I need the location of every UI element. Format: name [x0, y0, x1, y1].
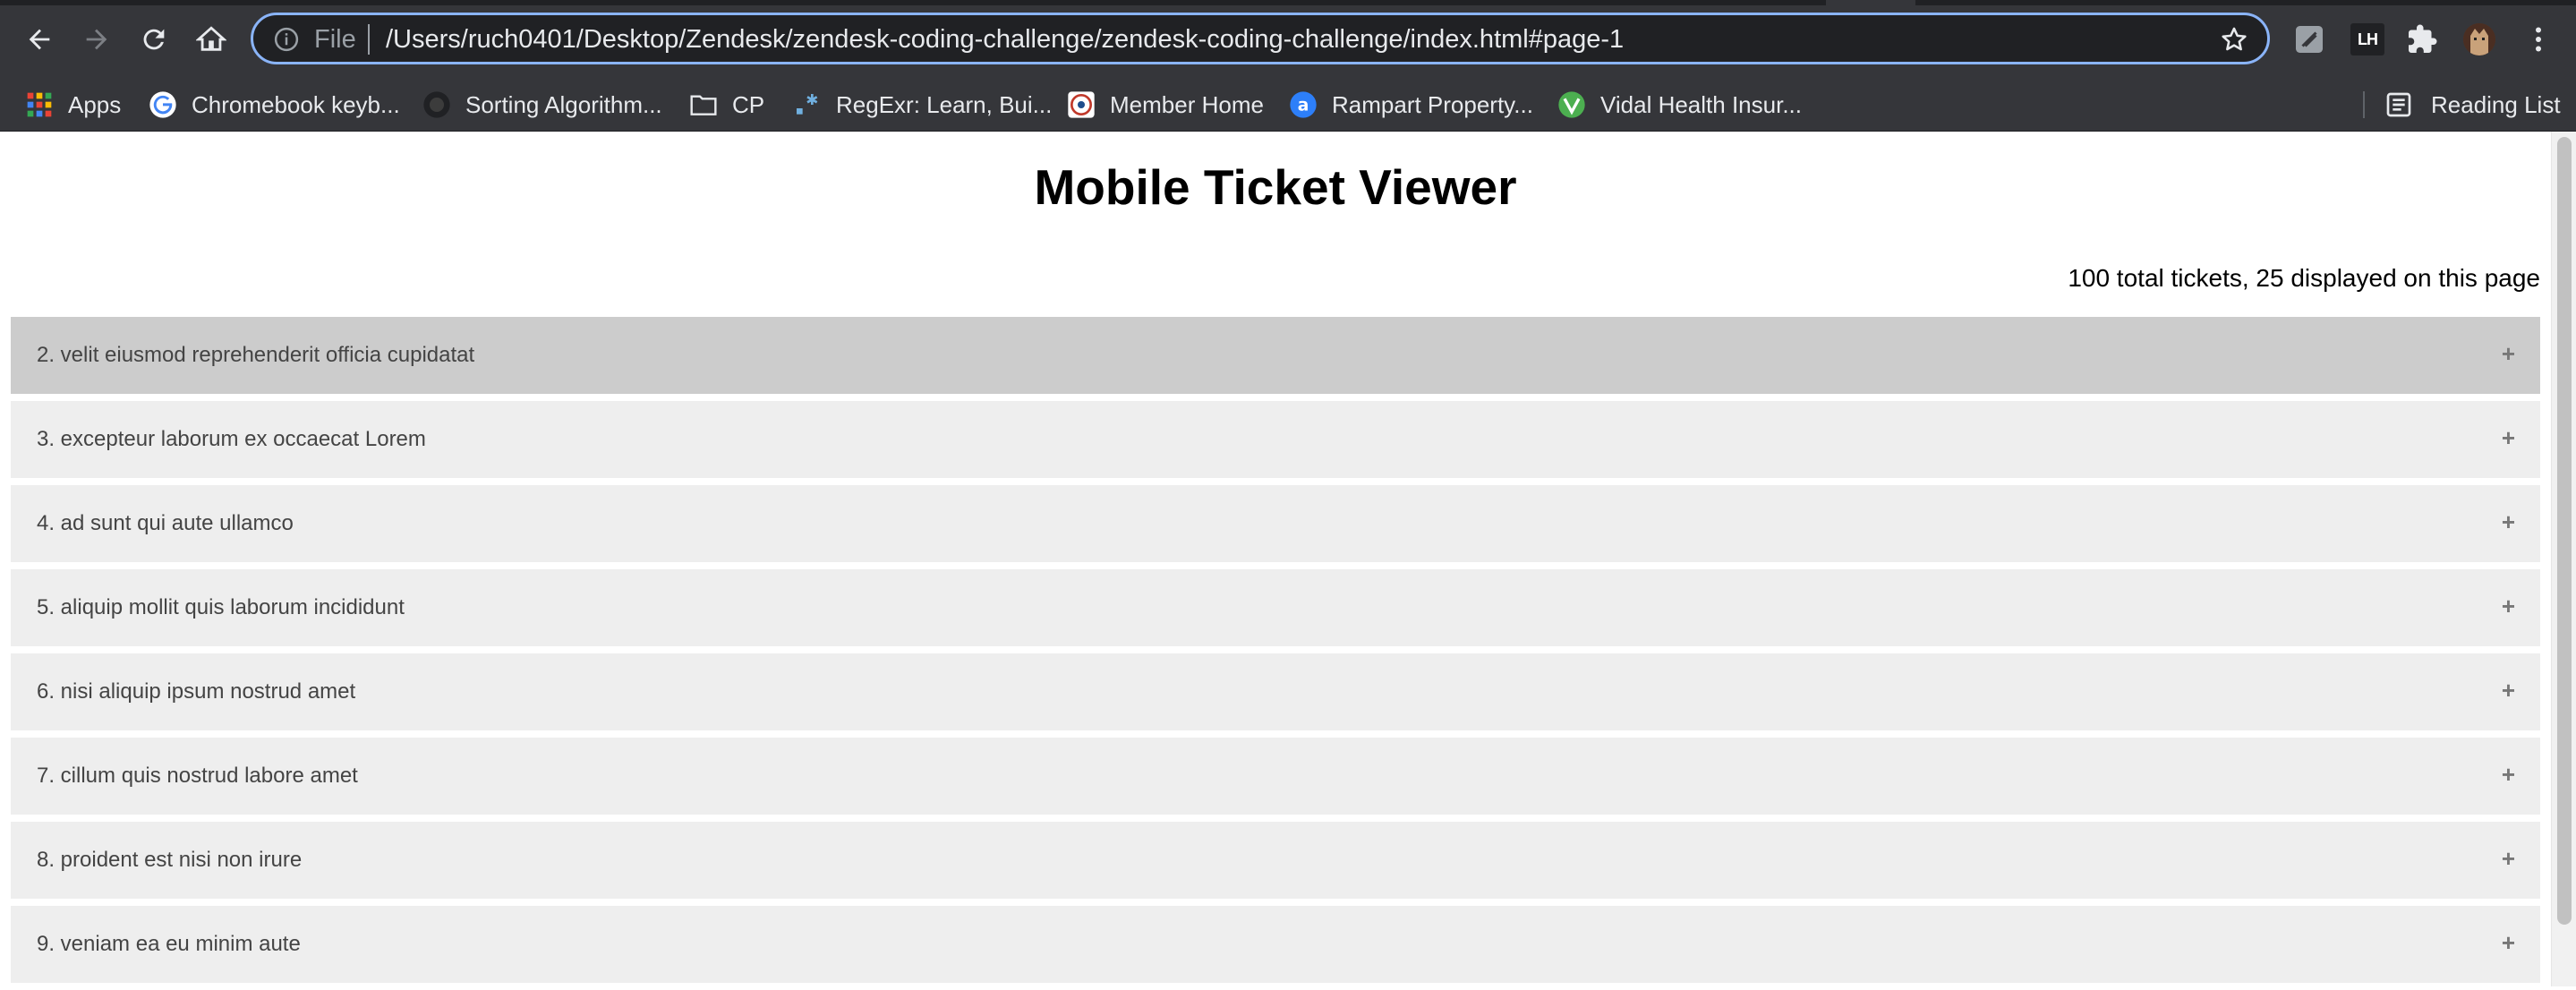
puzzle-extensions-icon[interactable]: [2406, 23, 2438, 55]
forward-arrow-icon: [86, 29, 107, 50]
bookmark-member-home[interactable]: Member Home: [1067, 79, 1264, 131]
home-button[interactable]: [190, 18, 233, 61]
bookmark-label: Member Home: [1110, 90, 1264, 118]
forward-button[interactable]: [75, 18, 118, 61]
bookmark-label: Apps: [68, 90, 122, 118]
ticket-title: 8. proident est nisi non irure: [37, 848, 303, 872]
page-title: Mobile Ticket Viewer: [1034, 159, 1517, 215]
expand-plus-icon[interactable]: +: [2502, 760, 2515, 789]
rampart-favicon: a: [1290, 91, 1317, 118]
ticket-title: 4. ad sunt qui aute ullamco: [37, 511, 294, 535]
apps-grid-icon: [27, 92, 52, 117]
ticket-row[interactable]: 5. aliquip mollit quis laborum incididun…: [11, 569, 2540, 646]
ticket-row[interactable]: 8. proident est nisi non irure +: [11, 822, 2540, 899]
back-arrow-icon: [29, 29, 50, 50]
bookmark-star-icon[interactable]: [2219, 24, 2249, 55]
bookmark-cp-folder[interactable]: CP: [689, 79, 764, 131]
ticket-title: 5. aliquip mollit quis laborum incididun…: [37, 595, 405, 619]
ticket-row[interactable]: 7. cillum quis nostrud labore amet +: [11, 738, 2540, 815]
info-icon[interactable]: [273, 26, 300, 53]
reload-button[interactable]: [132, 18, 175, 61]
reading-list-button[interactable]: Reading List: [2384, 79, 2561, 131]
browser-toolbar: File /Users/ruch0401/Desktop/Zendesk/zen…: [0, 0, 2576, 79]
bookmarks-divider: [2363, 91, 2365, 118]
home-icon: [196, 26, 226, 51]
bookmark-sorting-algorithms[interactable]: Sorting Algorithm...: [422, 79, 662, 131]
expand-plus-icon[interactable]: +: [2502, 676, 2515, 704]
google-icon: [149, 91, 176, 118]
ticket-title: 6. nisi aliquip ipsum nostrud amet: [37, 679, 356, 704]
site-favicon-dark: [423, 91, 450, 118]
scrollbar-thumb[interactable]: [2557, 137, 2572, 925]
bookmarks-bar: Apps Chromebook keyb... Sorting Algorith…: [0, 79, 2576, 132]
ticket-row[interactable]: 3. excepteur laborum ex occaecat Lorem +: [11, 401, 2540, 478]
expand-plus-icon[interactable]: +: [2502, 592, 2515, 620]
profile-avatar-icon: [2463, 23, 2495, 55]
ticket-list: 2. velit eiusmod reprehenderit officia c…: [11, 317, 2540, 990]
ticket-title: 3. excepteur laborum ex occaecat Lorem: [37, 427, 426, 451]
bookmark-apps[interactable]: Apps: [25, 79, 121, 131]
active-tab-edge: [1826, 0, 1915, 5]
bookmark-label: Vidal Health Insur...: [1600, 90, 1802, 118]
page-content: Mobile Ticket Viewer 100 total tickets, …: [0, 132, 2551, 986]
vidal-favicon: [1558, 91, 1585, 118]
ticket-title: 9. veniam ea eu minim aute: [37, 932, 301, 956]
url-scheme-label: File: [314, 25, 356, 54]
svg-text:a: a: [1298, 97, 1309, 115]
expand-plus-icon[interactable]: +: [2502, 423, 2515, 452]
bookmark-vidal[interactable]: Vidal Health Insur...: [1557, 79, 1802, 131]
folder-icon: [690, 95, 717, 115]
ticket-row[interactable]: 4. ad sunt qui aute ullamco +: [11, 485, 2540, 562]
tab-strip: [0, 0, 2576, 5]
ticket-row[interactable]: 6. nisi aliquip ipsum nostrud amet +: [11, 653, 2540, 730]
lighthouse-extension-button[interactable]: LH: [2350, 23, 2384, 55]
back-button[interactable]: [18, 18, 61, 61]
expand-plus-icon[interactable]: +: [2502, 508, 2515, 536]
member-favicon: [1068, 91, 1095, 118]
reload-icon: [143, 29, 165, 50]
bookmark-label: CP: [732, 90, 765, 118]
ticket-row[interactable]: 9. veniam ea eu minim aute +: [11, 906, 2540, 983]
profile-avatar[interactable]: [2463, 23, 2495, 55]
reading-list-icon: [2386, 92, 2411, 117]
lighthouse-extension-label: LH: [2358, 30, 2378, 48]
chrome-menu-icon[interactable]: [2522, 23, 2555, 55]
address-bar[interactable]: File /Users/ruch0401/Desktop/Zendesk/zen…: [251, 13, 2270, 64]
expand-plus-icon[interactable]: +: [2502, 844, 2515, 873]
ticket-title: 7. cillum quis nostrud labore amet: [37, 764, 358, 788]
bookmark-rampart[interactable]: a Rampart Property...: [1289, 79, 1533, 131]
bookmark-chromebook[interactable]: Chromebook keyb...: [149, 79, 400, 131]
bookmark-label: Sorting Algorithm...: [465, 90, 662, 118]
bookmark-regexr[interactable]: RegExr: Learn, Bui...: [793, 79, 1052, 131]
reading-list-label: Reading List: [2431, 90, 2561, 118]
ticket-count-summary: 100 total tickets, 25 displayed on this …: [2068, 264, 2540, 292]
extension-stack-icon[interactable]: [2293, 23, 2325, 55]
bookmark-label: Rampart Property...: [1332, 90, 1533, 118]
url-separator: [368, 24, 370, 55]
regexr-icon: [797, 94, 818, 115]
page-scrollbar[interactable]: [2551, 132, 2576, 986]
ticket-title: 2. velit eiusmod reprehenderit officia c…: [37, 343, 475, 367]
url-text[interactable]: /Users/ruch0401/Desktop/Zendesk/zendesk-…: [386, 25, 1624, 54]
bookmark-label: Chromebook keyb...: [192, 90, 400, 118]
expand-plus-icon[interactable]: +: [2502, 339, 2515, 368]
expand-plus-icon[interactable]: +: [2502, 928, 2515, 957]
ticket-row[interactable]: 2. velit eiusmod reprehenderit officia c…: [11, 317, 2540, 394]
bookmark-label: RegExr: Learn, Bui...: [836, 90, 1053, 118]
